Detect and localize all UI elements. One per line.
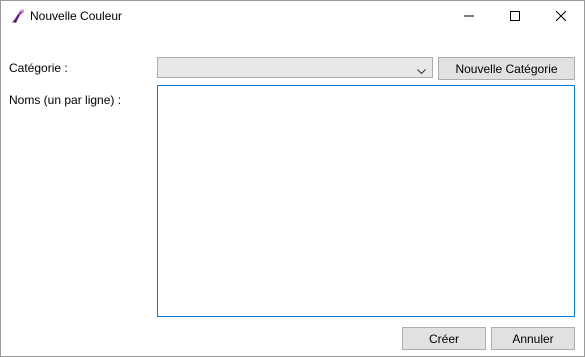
minimize-button[interactable]	[446, 1, 492, 31]
close-icon	[556, 11, 566, 21]
category-label: Catégorie :	[9, 61, 68, 75]
title-bar[interactable]: Nouvelle Couleur	[1, 1, 584, 31]
maximize-button[interactable]	[492, 1, 538, 31]
maximize-icon	[510, 11, 520, 21]
new-category-button[interactable]: Nouvelle Catégorie	[438, 57, 575, 80]
cancel-button[interactable]: Annuler	[491, 327, 575, 350]
close-button[interactable]	[538, 1, 584, 31]
names-textarea[interactable]	[157, 85, 575, 317]
names-label: Noms (un par ligne) :	[9, 93, 122, 107]
window-title: Nouvelle Couleur	[30, 9, 123, 23]
create-button[interactable]: Créer	[402, 327, 486, 350]
paint-palette-icon	[10, 8, 26, 24]
category-combobox[interactable]	[157, 57, 433, 78]
chevron-down-icon	[417, 64, 426, 75]
minimize-icon	[464, 11, 474, 21]
dialog-window: Nouvelle Couleur Catégorie : Nouvelle Ca…	[0, 0, 585, 357]
